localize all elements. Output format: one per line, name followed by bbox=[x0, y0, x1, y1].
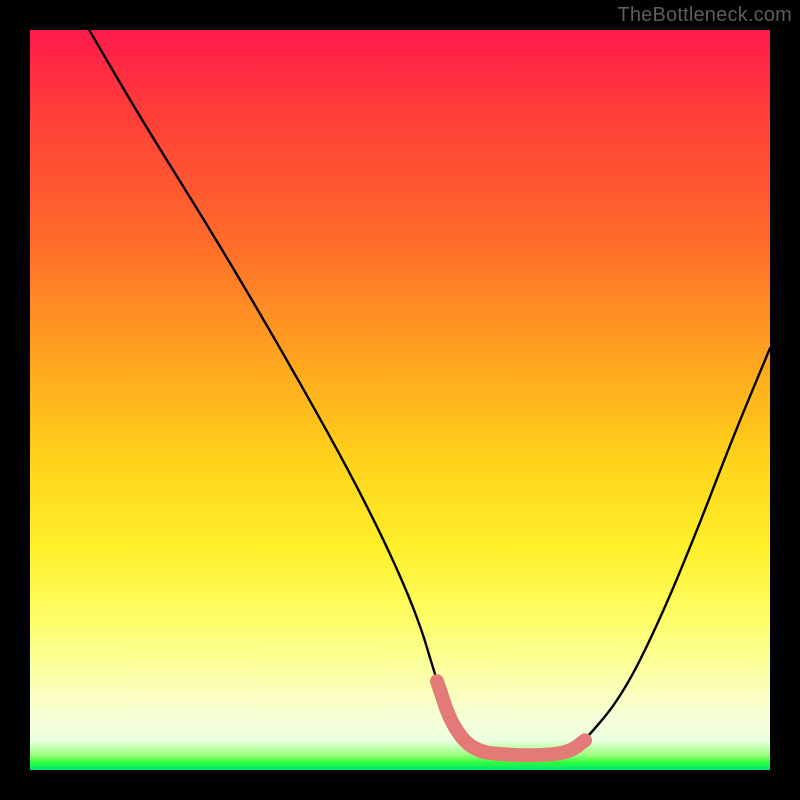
chart-frame: TheBottleneck.com bbox=[0, 0, 800, 800]
black-curve-path bbox=[89, 30, 770, 755]
highlight-curve-path bbox=[437, 681, 585, 755]
plot-area bbox=[30, 30, 770, 770]
watermark-label: TheBottleneck.com bbox=[617, 4, 792, 27]
curve-layer bbox=[30, 30, 770, 770]
